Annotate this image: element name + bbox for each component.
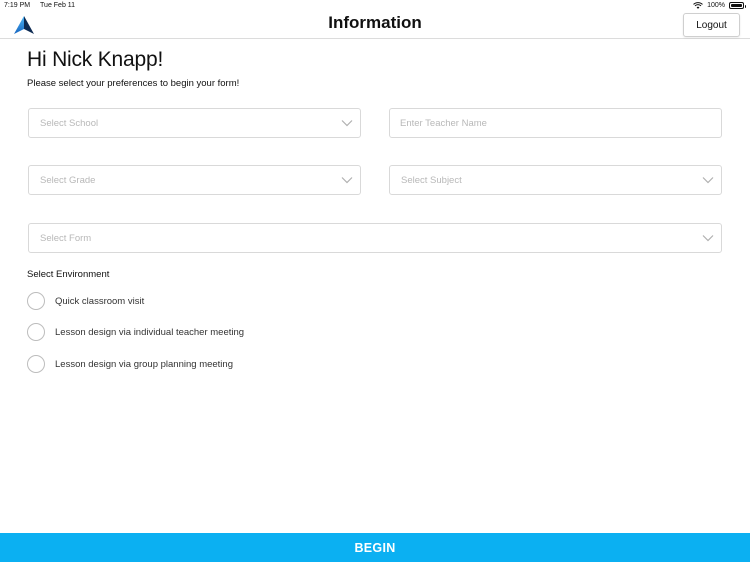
status-right: 100% bbox=[693, 2, 746, 9]
grade-select-placeholder: Select Grade bbox=[40, 175, 96, 186]
chevron-down-icon bbox=[702, 235, 714, 242]
nav-bar: Information Logout bbox=[0, 11, 750, 39]
status-left: 7:19 PM Tue Feb 11 bbox=[4, 2, 75, 9]
radio-circle-icon[interactable] bbox=[27, 355, 45, 373]
environment-option-individual-meeting[interactable]: Lesson design via individual teacher mee… bbox=[27, 323, 244, 341]
environment-heading: Select Environment bbox=[27, 269, 110, 280]
radio-circle-icon[interactable] bbox=[27, 292, 45, 310]
chevron-down-icon bbox=[341, 177, 353, 184]
radio-label: Quick classroom visit bbox=[55, 295, 145, 307]
chevron-down-icon bbox=[341, 120, 353, 127]
environment-option-quick-visit[interactable]: Quick classroom visit bbox=[27, 292, 144, 310]
battery-icon bbox=[729, 2, 746, 9]
chevron-down-icon bbox=[702, 177, 714, 184]
radio-label: Lesson design via group planning meeting bbox=[55, 358, 233, 370]
subject-select-placeholder: Select Subject bbox=[401, 175, 462, 186]
teacher-name-field[interactable] bbox=[389, 108, 722, 138]
form-select-placeholder: Select Form bbox=[40, 233, 92, 244]
environment-option-group-meeting[interactable]: Lesson design via group planning meeting bbox=[27, 355, 233, 373]
greeting-heading: Hi Nick Knapp! bbox=[27, 48, 164, 71]
subject-select[interactable]: Select Subject bbox=[389, 165, 722, 195]
school-select-placeholder: Select School bbox=[40, 118, 99, 129]
form-select[interactable]: Select Form bbox=[28, 223, 722, 253]
radio-circle-icon[interactable] bbox=[27, 323, 45, 341]
begin-button[interactable]: BEGIN bbox=[0, 533, 750, 562]
logout-button[interactable]: Logout bbox=[683, 13, 740, 37]
battery-fill bbox=[731, 4, 742, 7]
status-time: 7:19 PM bbox=[4, 2, 31, 9]
status-date: Tue Feb 11 bbox=[40, 2, 76, 9]
instructions-text: Please select your preferences to begin … bbox=[27, 78, 240, 89]
battery-percent: 100% bbox=[707, 2, 725, 9]
radio-label: Lesson design via individual teacher mee… bbox=[55, 326, 245, 338]
grade-select[interactable]: Select Grade bbox=[28, 165, 361, 195]
page-title: Information bbox=[328, 13, 422, 32]
teacher-name-input[interactable] bbox=[400, 114, 711, 132]
wifi-icon bbox=[693, 2, 703, 9]
status-bar: 7:19 PM Tue Feb 11 100% bbox=[0, 0, 750, 11]
school-select[interactable]: Select School bbox=[28, 108, 361, 138]
